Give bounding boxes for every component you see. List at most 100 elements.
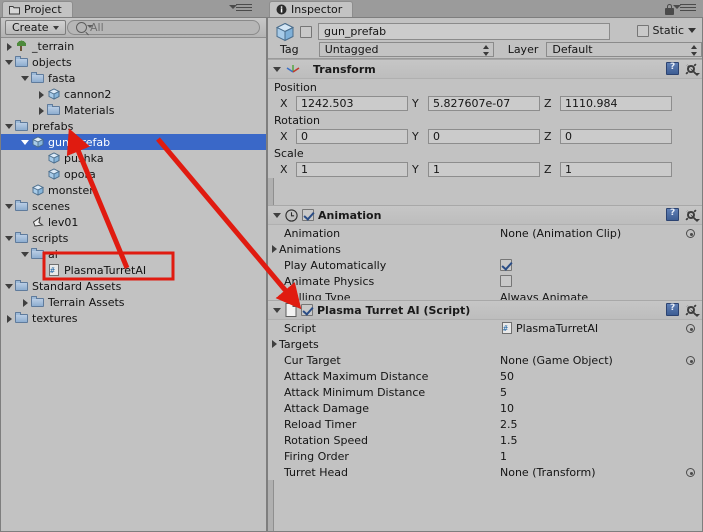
animation-value-animation[interactable]: None (Animation Clip) [500,227,621,240]
script-value-text-script: PlasmaTurretAI [516,322,599,335]
script-value-firing-order[interactable]: 1 [500,450,507,463]
gear-icon[interactable] [685,63,700,76]
tree-item-standard-assets[interactable]: Standard Assets [1,278,266,294]
scale-axis-z-label: Z [544,163,552,176]
rotation-x-input[interactable]: 0 [296,129,408,144]
search-input[interactable]: All [67,20,260,35]
object-picker-icon[interactable] [686,468,695,477]
foldout-down-icon[interactable] [4,198,15,214]
tag-dropdown[interactable]: Untagged [318,41,494,57]
foldout-spacer [36,150,47,166]
scale-y-input[interactable]: 1 [428,162,540,177]
foldout-icon[interactable] [273,307,281,313]
help-icon[interactable] [666,62,679,75]
foldout-down-icon[interactable] [4,230,15,246]
create-button[interactable]: Create [5,20,66,35]
gear-icon[interactable] [685,304,700,317]
rotation-y-input[interactable]: 0 [428,129,540,144]
animation-row-play-automatically: Play Automatically [268,257,702,273]
script-value-attack-damage[interactable]: 10 [500,402,514,415]
help-icon[interactable] [666,303,679,316]
script-value-rotation-speed[interactable]: 1.5 [500,434,518,447]
position-z-input[interactable]: 1110.984 [560,96,672,111]
script-row-firing-order: Firing Order 1 [268,448,702,464]
scale-axis-x-label: X [280,163,288,176]
tree-item-plasmaturretai[interactable]: PlasmaTurretAI [1,262,266,278]
script-value-cur-target[interactable]: None (Game Object) [500,354,613,367]
inspector-tabbar: Inspector [267,0,703,17]
foldout-icon[interactable] [273,212,281,218]
layer-dropdown[interactable]: Default [546,41,702,57]
foldout-spacer [36,166,47,182]
position-y-input[interactable]: 5.827607e-07 [428,96,540,111]
project-asset-tree[interactable]: _terrain objects fasta cannon2 Materials pref… [1,38,266,531]
script-enabled-checkbox[interactable] [301,304,313,316]
tree-item-gun-prefab[interactable]: gun_prefab [1,134,266,150]
object-picker-icon[interactable] [686,356,695,365]
foldout-down-icon[interactable] [20,134,31,150]
inspector-menu-icon[interactable] [673,4,696,13]
foldout-right-icon[interactable] [268,241,279,257]
tree-item-terrain-assets[interactable]: Terrain Assets [1,294,266,310]
project-menu-icon[interactable] [229,4,252,13]
help-icon[interactable] [666,208,679,221]
animation-enabled-checkbox[interactable] [302,209,314,221]
tree-item-objects[interactable]: objects [1,54,266,70]
script-value-script[interactable]: PlasmaTurretAI [500,321,598,335]
gameobject-enabled-checkbox[interactable] [300,26,312,38]
transform-component-header[interactable]: Transform [268,59,702,79]
foldout-down-icon[interactable] [4,54,15,70]
object-picker-icon[interactable] [686,229,695,238]
position-x-input[interactable]: 1242.503 [296,96,408,111]
animation-checkbox-play-automatically[interactable] [500,259,512,271]
tree-item-materials[interactable]: Materials [1,102,266,118]
rotation-z-input[interactable]: 0 [560,129,672,144]
foldout-icon[interactable] [273,66,281,72]
foldout-right-icon[interactable] [36,86,47,102]
tree-item-monster[interactable]: monster [1,182,266,198]
static-toggle[interactable]: Static [636,24,696,37]
tab-inspector[interactable]: Inspector [269,1,354,17]
tree-item-scripts[interactable]: scripts [1,230,266,246]
animation-label-animations: Animations [279,242,341,256]
chevron-down-icon[interactable] [688,28,696,33]
foldout-right-icon[interactable] [20,294,31,310]
animation-row-animation: Animation None (Animation Clip) [268,225,702,241]
tree-item-textures[interactable]: textures [1,310,266,326]
tree-item-prefabs[interactable]: prefabs [1,118,266,134]
gameobject-name-input[interactable]: gun_prefab [318,23,610,40]
tree-item-cannon2[interactable]: cannon2 [1,86,266,102]
script-value-attack-maximum-distance[interactable]: 50 [500,370,514,383]
rotation-group: Rotation X 0 Y 0 Z 0 [268,112,702,145]
tab-project[interactable]: Project [2,1,73,17]
tree-item-fasta[interactable]: fasta [1,70,266,86]
foldout-down-icon[interactable] [20,70,31,86]
tree-item-opora[interactable]: opora [1,166,266,182]
foldout-down-icon[interactable] [4,278,15,294]
tree-item-lev01[interactable]: lev01 [1,214,266,230]
script-value-reload-timer[interactable]: 2.5 [500,418,518,431]
foldout-right-icon[interactable] [36,102,47,118]
animation-checkbox-animate-physics[interactable] [500,275,512,287]
tree-item-scenes[interactable]: scenes [1,198,266,214]
transform-title: Transform [313,62,376,76]
tree-item-pushka[interactable]: pushka [1,150,266,166]
scale-z-input[interactable]: 1 [560,162,672,177]
script-component-header[interactable]: Plasma Turret AI (Script) [268,300,702,320]
foldout-right-icon[interactable] [4,310,15,326]
tree-item-ai[interactable]: ai [1,246,266,262]
script-value-attack-minimum-distance[interactable]: 5 [500,386,507,399]
tree-item--terrain[interactable]: _terrain [1,38,266,54]
script-value-turret-head[interactable]: None (Transform) [500,466,596,479]
static-checkbox[interactable] [636,24,649,37]
foldout-right-icon[interactable] [268,336,279,352]
gear-icon[interactable] [685,209,700,222]
scale-x-input[interactable]: 1 [296,162,408,177]
foldout-right-icon[interactable] [4,38,15,54]
animation-component-header[interactable]: Animation [268,205,702,225]
object-picker-icon[interactable] [686,324,695,333]
prefab-icon [274,21,296,43]
foldout-down-icon[interactable] [4,118,15,134]
foldout-down-icon[interactable] [20,246,31,262]
transform-component: Transform Position X 1242.503 Y 5.827607e-07… [268,59,702,178]
